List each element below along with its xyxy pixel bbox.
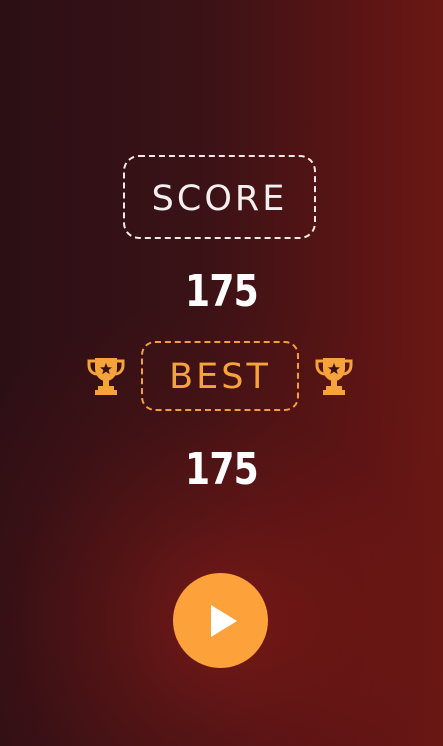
play-icon (210, 604, 237, 637)
best-score-value: 175 (185, 444, 259, 495)
score-label-box: SCORE (123, 155, 316, 239)
trophy-icon (315, 358, 353, 395)
play-button[interactable] (173, 573, 268, 668)
best-label: BEST (169, 357, 271, 397)
score-label: SCORE (151, 179, 288, 219)
best-label-box: BEST (141, 341, 299, 411)
score-value: 175 (185, 266, 259, 317)
trophy-icon (87, 358, 125, 395)
